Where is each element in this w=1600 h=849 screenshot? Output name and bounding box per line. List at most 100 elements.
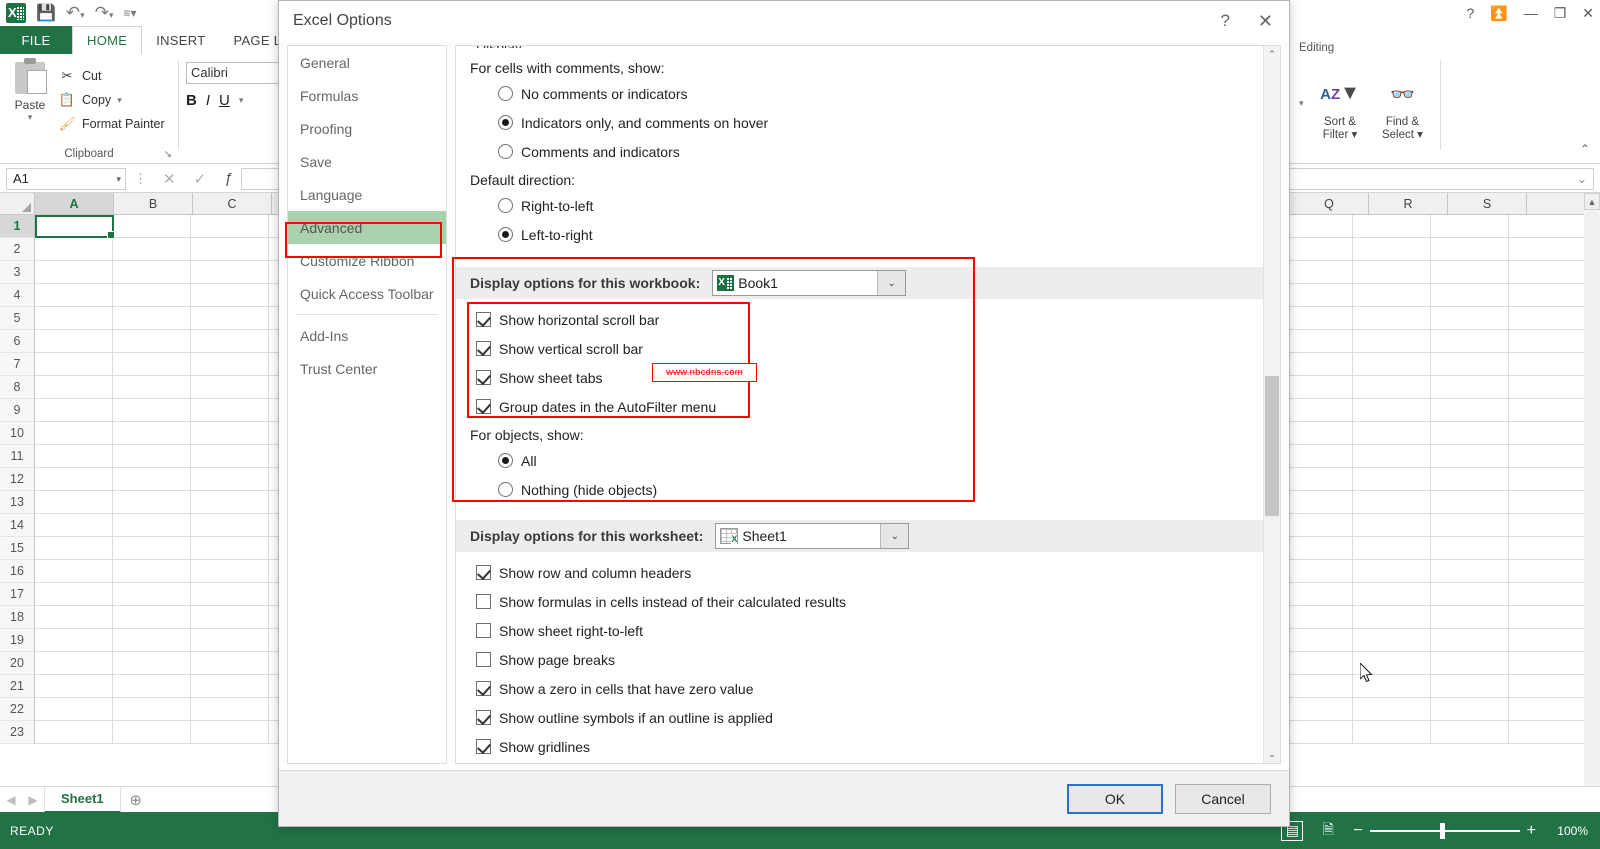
checkbox-show-zero-values[interactable]: Show a zero in cells that have zero valu… — [470, 674, 1249, 703]
grid-cell[interactable] — [1352, 537, 1432, 560]
grid-cell[interactable] — [191, 376, 270, 399]
grid-cell[interactable] — [35, 399, 114, 422]
checkbox-icon[interactable] — [476, 594, 491, 609]
tab-home[interactable]: HOME — [72, 26, 143, 54]
insert-function-icon[interactable]: ƒ — [224, 170, 232, 188]
enter-formula-icon[interactable]: ✓ — [194, 170, 207, 188]
grid-cell[interactable] — [35, 560, 114, 583]
redo-icon[interactable]: ↷▾ — [95, 3, 114, 23]
collapse-ribbon-icon[interactable]: ⌃ — [1580, 142, 1590, 156]
row-header-3[interactable]: 3 — [0, 261, 35, 284]
grid-cell[interactable] — [1431, 330, 1510, 353]
column-header-Q[interactable]: Q — [1290, 193, 1369, 215]
scroll-up-icon[interactable]: ⌃ — [1264, 46, 1280, 63]
italic-button[interactable]: I — [206, 92, 210, 109]
copy-caret-icon[interactable]: ▾ — [117, 95, 122, 106]
grid-cell[interactable] — [1352, 445, 1432, 468]
row-header-12[interactable]: 12 — [0, 468, 35, 491]
cancel-button[interactable]: Cancel — [1175, 783, 1271, 814]
worksheet-vertical-scrollbar[interactable]: ▲ — [1584, 193, 1600, 786]
grid-cell[interactable] — [113, 215, 192, 238]
grid-cell[interactable] — [35, 376, 114, 399]
radio-objects-all[interactable]: All — [470, 446, 1249, 475]
row-header-2[interactable]: 2 — [0, 238, 35, 261]
save-icon[interactable]: 💾 — [36, 3, 56, 23]
grid-cell[interactable] — [191, 261, 270, 284]
column-header-C[interactable]: C — [193, 193, 272, 215]
row-header-21[interactable]: 21 — [0, 675, 35, 698]
radio-comments-and-indicators[interactable]: Comments and indicators — [470, 137, 1249, 166]
grid-cell[interactable] — [1431, 422, 1510, 445]
grid-cell[interactable] — [1352, 583, 1432, 606]
row-header-1[interactable]: 1 — [0, 215, 35, 238]
grid-cell[interactable] — [113, 468, 192, 491]
row-header-13[interactable]: 13 — [0, 491, 35, 514]
radio-icon[interactable] — [498, 86, 513, 101]
nav-item-language[interactable]: Language — [288, 178, 446, 211]
grid-cell[interactable] — [1352, 629, 1432, 652]
grid-cell[interactable] — [35, 307, 114, 330]
grid-cell[interactable] — [191, 606, 270, 629]
grid-cell[interactable] — [113, 445, 192, 468]
row-header-10[interactable]: 10 — [0, 422, 35, 445]
grid-cell[interactable] — [1431, 583, 1510, 606]
underline-caret-icon[interactable]: ▾ — [239, 95, 244, 106]
page-layout-view-icon[interactable]: 🗎 — [1317, 821, 1339, 841]
zoom-thumb[interactable] — [1439, 822, 1445, 839]
chevron-down-icon[interactable]: ⌄ — [880, 524, 909, 548]
checkbox-show-vertical-scroll-bar[interactable]: Show vertical scroll bar — [470, 334, 1249, 363]
checkbox-show-sheet-right-to-left[interactable]: Show sheet right-to-left — [470, 616, 1249, 645]
radio-no-comments[interactable]: No comments or indicators — [470, 79, 1249, 108]
column-header-R[interactable]: R — [1369, 193, 1448, 215]
checkbox-icon[interactable] — [476, 710, 491, 725]
grid-cell[interactable] — [113, 330, 192, 353]
grid-cell[interactable] — [35, 675, 114, 698]
grid-cell[interactable] — [113, 514, 192, 537]
bold-button[interactable]: B — [186, 92, 197, 109]
nav-item-add-ins[interactable]: Add-Ins — [288, 319, 446, 352]
radio-right-to-left[interactable]: Right-to-left — [470, 191, 1249, 220]
grid-cell[interactable] — [191, 307, 270, 330]
row-header-8[interactable]: 8 — [0, 376, 35, 399]
grid-cell[interactable] — [191, 514, 270, 537]
grid-cell[interactable] — [113, 399, 192, 422]
checkbox-icon[interactable] — [476, 652, 491, 667]
row-header-11[interactable]: 11 — [0, 445, 35, 468]
tab-insert[interactable]: INSERT — [142, 26, 219, 54]
add-sheet-icon[interactable]: ⊕ — [121, 791, 151, 809]
minimize-icon[interactable]: — — [1524, 5, 1538, 21]
grid-cell[interactable] — [35, 468, 114, 491]
name-box-caret-icon[interactable]: ▾ — [116, 169, 121, 189]
undo-icon[interactable]: ↶▾ — [66, 3, 85, 23]
format-painter-button[interactable]: 🖌 Format Painter — [58, 112, 165, 136]
checkbox-group-dates-autofilter[interactable]: Group dates in the AutoFilter menu — [470, 392, 1249, 421]
grid-cell[interactable] — [1431, 537, 1510, 560]
grid-cell[interactable] — [1352, 560, 1432, 583]
underline-button[interactable]: U — [219, 92, 230, 109]
grid-cell[interactable] — [1431, 399, 1510, 422]
grid-cell[interactable] — [35, 353, 114, 376]
row-header-5[interactable]: 5 — [0, 307, 35, 330]
grid-cell[interactable] — [113, 698, 192, 721]
grid-cell[interactable] — [191, 468, 270, 491]
grid-cell[interactable] — [191, 284, 270, 307]
grid-cell[interactable] — [113, 537, 192, 560]
nav-item-save[interactable]: Save — [288, 145, 446, 178]
row-header-18[interactable]: 18 — [0, 606, 35, 629]
nav-item-trust-center[interactable]: Trust Center — [288, 352, 446, 385]
grid-cell[interactable] — [1431, 698, 1510, 721]
row-header-7[interactable]: 7 — [0, 353, 35, 376]
checkbox-show-horizontal-scroll-bar[interactable]: Show horizontal scroll bar — [470, 305, 1249, 334]
grid-cell[interactable] — [35, 721, 114, 744]
find-select-caret-icon[interactable]: ▾ — [1417, 129, 1423, 141]
zoom-level-label[interactable]: 100% — [1550, 824, 1588, 838]
grid-cell[interactable] — [113, 238, 192, 261]
scroll-down-icon[interactable]: ⌄ — [1264, 746, 1280, 763]
grid-cell[interactable] — [113, 261, 192, 284]
grid-cell[interactable] — [35, 652, 114, 675]
grid-cell[interactable] — [1352, 307, 1432, 330]
sheet-tab-sheet1[interactable]: Sheet1 — [44, 786, 121, 813]
checkbox-show-page-breaks[interactable]: Show page breaks — [470, 645, 1249, 674]
grid-cell[interactable] — [1352, 376, 1432, 399]
grid-cell[interactable] — [1352, 261, 1432, 284]
